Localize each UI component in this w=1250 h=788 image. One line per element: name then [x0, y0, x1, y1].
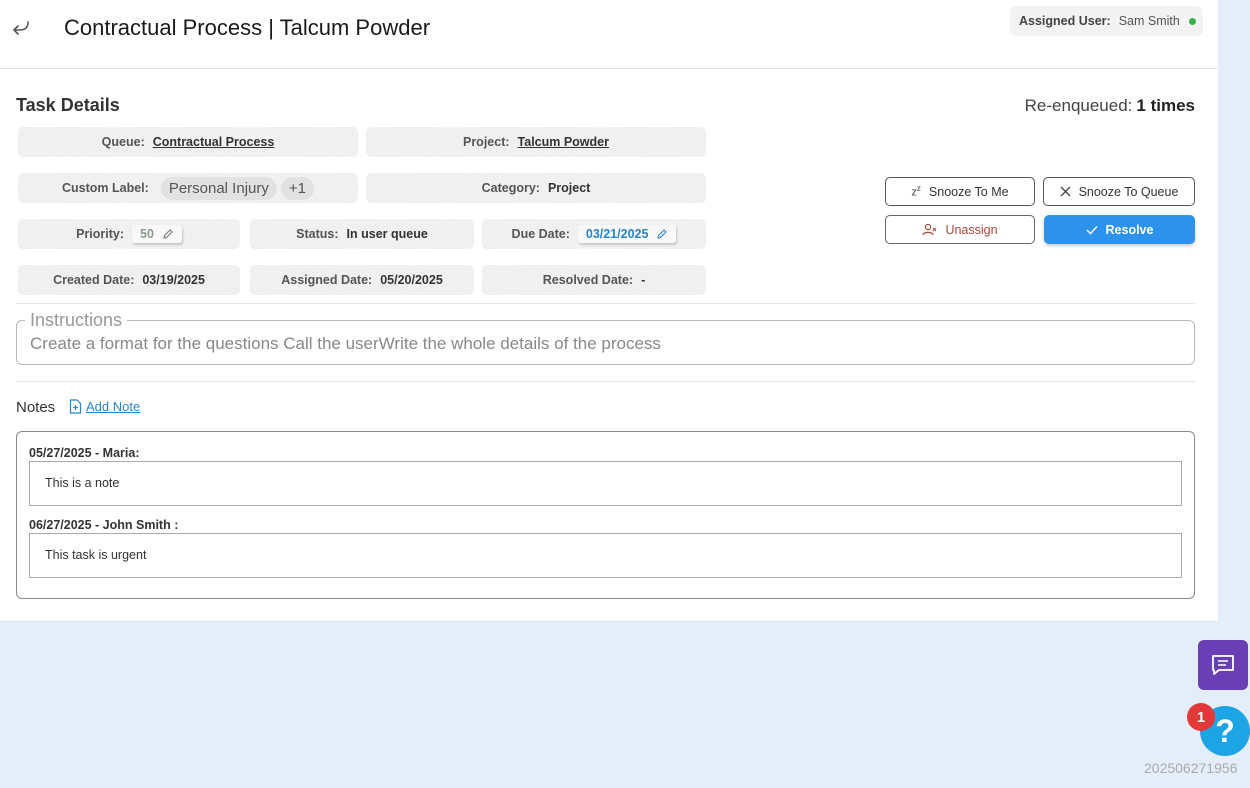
instructions-legend: Instructions — [25, 310, 128, 331]
due-date-field: Due Date: 03/21/2025 — [482, 219, 706, 249]
project-link[interactable]: Talcum Powder — [518, 135, 609, 149]
online-status-dot — [1188, 17, 1196, 25]
reenqueued-value: 1 times — [1136, 96, 1195, 115]
queue-field: Queue: Contractual Process — [18, 127, 358, 157]
check-icon — [1085, 225, 1098, 235]
snooze-to-queue-button[interactable]: Snooze To Queue — [1043, 177, 1195, 206]
due-date-label: Due Date: — [511, 227, 570, 241]
page-title: Contractual Process | Talcum Powder — [64, 15, 431, 40]
back-arrow-icon[interactable] — [10, 16, 32, 38]
note-header: 05/27/2025 - Maria: — [29, 446, 140, 460]
help-icon: ? — [1215, 712, 1235, 749]
instructions-text: Create a format for the questions Call t… — [30, 334, 661, 353]
custom-label-label: Custom Label: — [62, 181, 149, 195]
queue-link[interactable]: Contractual Process — [153, 135, 275, 149]
unassign-label: Unassign — [945, 222, 998, 237]
section-title: Task Details — [16, 95, 120, 115]
priority-editor[interactable]: 50 — [132, 225, 182, 243]
notification-badge: 1 — [1187, 703, 1215, 731]
created-date-value: 03/19/2025 — [142, 273, 205, 287]
divider — [16, 381, 1196, 382]
project-field: Project: Talcum Powder — [366, 127, 706, 157]
pencil-icon[interactable] — [162, 228, 174, 240]
reenqueued-label: Re-enqueued: — [1024, 96, 1133, 115]
note-body: This is a note — [29, 461, 1182, 506]
snooze-to-me-button[interactable]: zz Snooze To Me — [885, 177, 1035, 206]
assigned-date-field: Assigned Date: 05/20/2025 — [250, 265, 474, 295]
resolved-date-field: Resolved Date: - — [482, 265, 706, 295]
category-field: Category: Project — [366, 173, 706, 203]
assigned-user-label: Assigned User: — [1019, 14, 1111, 28]
note-body: This task is urgent — [29, 533, 1182, 578]
build-id: 202506271956 — [1144, 760, 1238, 776]
snooze-to-queue-label: Snooze To Queue — [1078, 184, 1179, 199]
reenqueued-count: Re-enqueued: 1 times — [1025, 96, 1195, 116]
assigned-date-value: 05/20/2025 — [380, 273, 443, 287]
add-note-label: Add Note — [86, 399, 141, 414]
priority-label: Priority: — [76, 227, 125, 241]
chat-widget-button[interactable] — [1198, 640, 1248, 690]
custom-label-more-chip[interactable]: +1 — [280, 176, 314, 200]
unassign-button[interactable]: Unassign — [885, 215, 1035, 244]
snooze-icon: zz — [911, 184, 921, 199]
created-date-label: Created Date: — [53, 273, 135, 287]
instructions-box: Instructions Create a format for the que… — [16, 310, 1195, 365]
priority-field: Priority: 50 — [18, 219, 240, 249]
resolve-label: Resolve — [1105, 222, 1154, 237]
status-value: In user queue — [346, 227, 428, 241]
chat-icon — [1212, 655, 1234, 675]
category-label: Category: — [481, 181, 540, 195]
due-date-editor[interactable]: 03/21/2025 — [577, 225, 677, 243]
resolved-date-label: Resolved Date: — [542, 273, 634, 287]
remove-user-icon — [922, 223, 937, 236]
project-label: Project: — [462, 135, 510, 149]
created-date-field: Created Date: 03/19/2025 — [18, 265, 240, 295]
note-header: 06/27/2025 - John Smith : — [29, 518, 179, 532]
page-header: Contractual Process | Talcum Powder Assi… — [0, 0, 1218, 69]
assigned-user-badge: Assigned User: Sam Smith — [1010, 6, 1203, 36]
close-icon — [1060, 186, 1071, 197]
custom-label-chip[interactable]: Personal Injury — [160, 176, 277, 200]
assigned-user-name: Sam Smith — [1118, 14, 1180, 28]
queue-label: Queue: — [101, 135, 145, 149]
resolved-date-value: - — [641, 273, 646, 287]
notes-label: Notes — [16, 399, 56, 416]
status-field: Status: In user queue — [250, 219, 474, 249]
category-value: Project — [547, 181, 591, 195]
notes-list: 05/27/2025 - Maria: This is a note 06/27… — [16, 431, 1195, 599]
priority-value: 50 — [140, 227, 154, 241]
task-panel: Contractual Process | Talcum Powder Assi… — [0, 0, 1218, 622]
status-label: Status: — [296, 227, 339, 241]
pencil-icon[interactable] — [656, 228, 668, 240]
due-date-value: 03/21/2025 — [585, 227, 649, 241]
divider — [16, 303, 1196, 304]
add-note-link[interactable]: Add Note — [69, 399, 140, 414]
snooze-to-me-label: Snooze To Me — [928, 184, 1009, 199]
resolve-button[interactable]: Resolve — [1044, 215, 1195, 244]
assigned-date-label: Assigned Date: — [281, 273, 373, 287]
add-document-icon — [69, 399, 82, 414]
custom-label-field: Custom Label: Personal Injury +1 — [18, 173, 358, 203]
